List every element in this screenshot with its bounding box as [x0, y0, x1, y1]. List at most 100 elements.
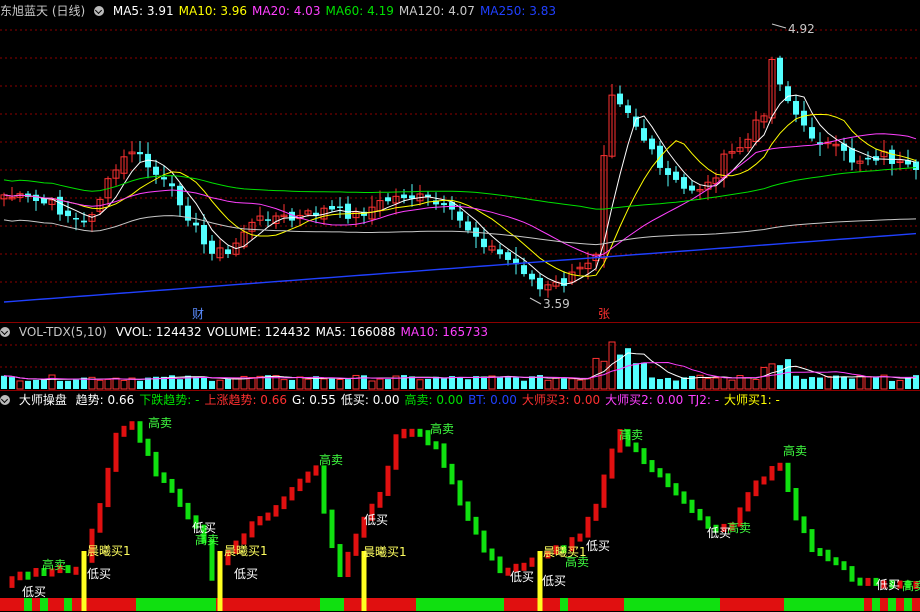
high-label-pointer [771, 23, 787, 29]
volume-bar [112, 377, 120, 390]
volume-bar [9, 377, 15, 389]
trend-bar [153, 451, 159, 477]
candle-body [617, 93, 623, 105]
signal-bar [184, 598, 192, 611]
volume-bar [561, 378, 567, 389]
volume-bar [849, 378, 855, 389]
volume-bar [416, 379, 424, 390]
signal-bar [504, 598, 512, 611]
volume-bar [336, 379, 344, 390]
ma250-line [3, 232, 917, 303]
volume-bar [889, 380, 895, 389]
signal-bar [624, 598, 632, 611]
volume-bar [681, 377, 687, 389]
candle-body [665, 168, 671, 175]
volume-bar [801, 378, 807, 389]
candle-body [193, 222, 199, 226]
volume-bar [728, 379, 736, 390]
signal-bar [192, 598, 200, 611]
trend-bar [137, 421, 143, 443]
trend-bar [313, 465, 319, 476]
signal-bar [704, 598, 712, 611]
volume-bar [505, 376, 511, 389]
sell-signal-label: 高卖 [148, 415, 172, 430]
signal-bar [600, 598, 608, 611]
volume-bar [673, 380, 679, 389]
sell-signal-label: 高卖 [619, 427, 643, 442]
volume-bar [352, 374, 360, 390]
trend-bar [849, 566, 855, 582]
signal-bar [232, 598, 240, 611]
volume-bar [760, 366, 768, 390]
volume-bar [1, 375, 7, 389]
trend-bar [9, 576, 15, 588]
trend-bar [465, 501, 471, 521]
volume-bar [16, 380, 24, 390]
signal-bar [464, 598, 472, 611]
trend-bar [169, 478, 175, 493]
trend-bar [633, 442, 639, 453]
signal-bar [456, 598, 464, 611]
trend-bar [289, 487, 295, 501]
candle-body [865, 157, 871, 160]
candle-body [625, 105, 631, 113]
trend-bar [817, 548, 823, 557]
signal-bar [392, 598, 400, 611]
signal-bar [864, 598, 872, 611]
trend-bar [113, 432, 119, 472]
trend-bar [745, 492, 751, 512]
indicator-chart[interactable]: 高卖高卖高卖高卖高卖高卖高卖高卖高卖高卖低买低买低买低买低买低买低买低买低买低买… [0, 391, 920, 612]
sell-signal-label: 高卖 [319, 452, 343, 467]
low-label-pointer [529, 297, 542, 305]
signal-bar [296, 598, 304, 611]
signal-bar [888, 598, 896, 611]
volume-bar [177, 379, 183, 389]
volume-bar [329, 378, 335, 389]
signal-bar [56, 598, 64, 611]
candle-body [537, 277, 543, 290]
trend-bar [457, 480, 463, 506]
trend-bar [337, 544, 343, 578]
signal-bar [128, 598, 136, 611]
signal-bar [40, 598, 48, 611]
candle-body [225, 249, 231, 255]
trend-bar [657, 468, 663, 478]
buy-signal-label: 低买 [364, 513, 388, 527]
price-chart[interactable]: 4.92 3.59 财 张 [0, 0, 920, 322]
trend-bar [681, 491, 687, 504]
signal-bar [32, 598, 40, 611]
candle-body [465, 221, 471, 231]
signal-bar [416, 598, 424, 611]
volume-bar [529, 376, 535, 389]
volume-bar [96, 379, 104, 390]
volume-bar [120, 379, 128, 390]
trend-bar [185, 502, 191, 520]
signal-bar [472, 598, 480, 611]
signal-bar [840, 598, 848, 611]
trend-bar [257, 516, 263, 526]
trend-bar [865, 577, 871, 586]
candle-body [441, 203, 447, 206]
volume-chart[interactable] [0, 323, 920, 390]
trend-bar [329, 509, 335, 549]
trend-bar [833, 557, 839, 566]
signal-bar [248, 598, 256, 611]
volume-bar [409, 376, 415, 389]
candle-body [185, 205, 191, 221]
volume-bar [785, 359, 791, 389]
volume-bar [641, 362, 647, 389]
trend-bar [777, 462, 783, 471]
signal-bar [488, 598, 496, 611]
trend-bar [393, 434, 399, 470]
trend-bar [489, 548, 495, 561]
trend-bar [785, 462, 791, 493]
signal-bar [744, 598, 752, 611]
signal-bar [528, 598, 536, 611]
trend-bar [129, 421, 135, 430]
signal-bar [384, 598, 392, 611]
signal-bar [760, 598, 768, 611]
volume-bar [704, 378, 712, 390]
dawn-buy-label: 晨曦买1 [224, 544, 268, 558]
signal-bar [376, 598, 384, 611]
signal-bar [696, 598, 704, 611]
